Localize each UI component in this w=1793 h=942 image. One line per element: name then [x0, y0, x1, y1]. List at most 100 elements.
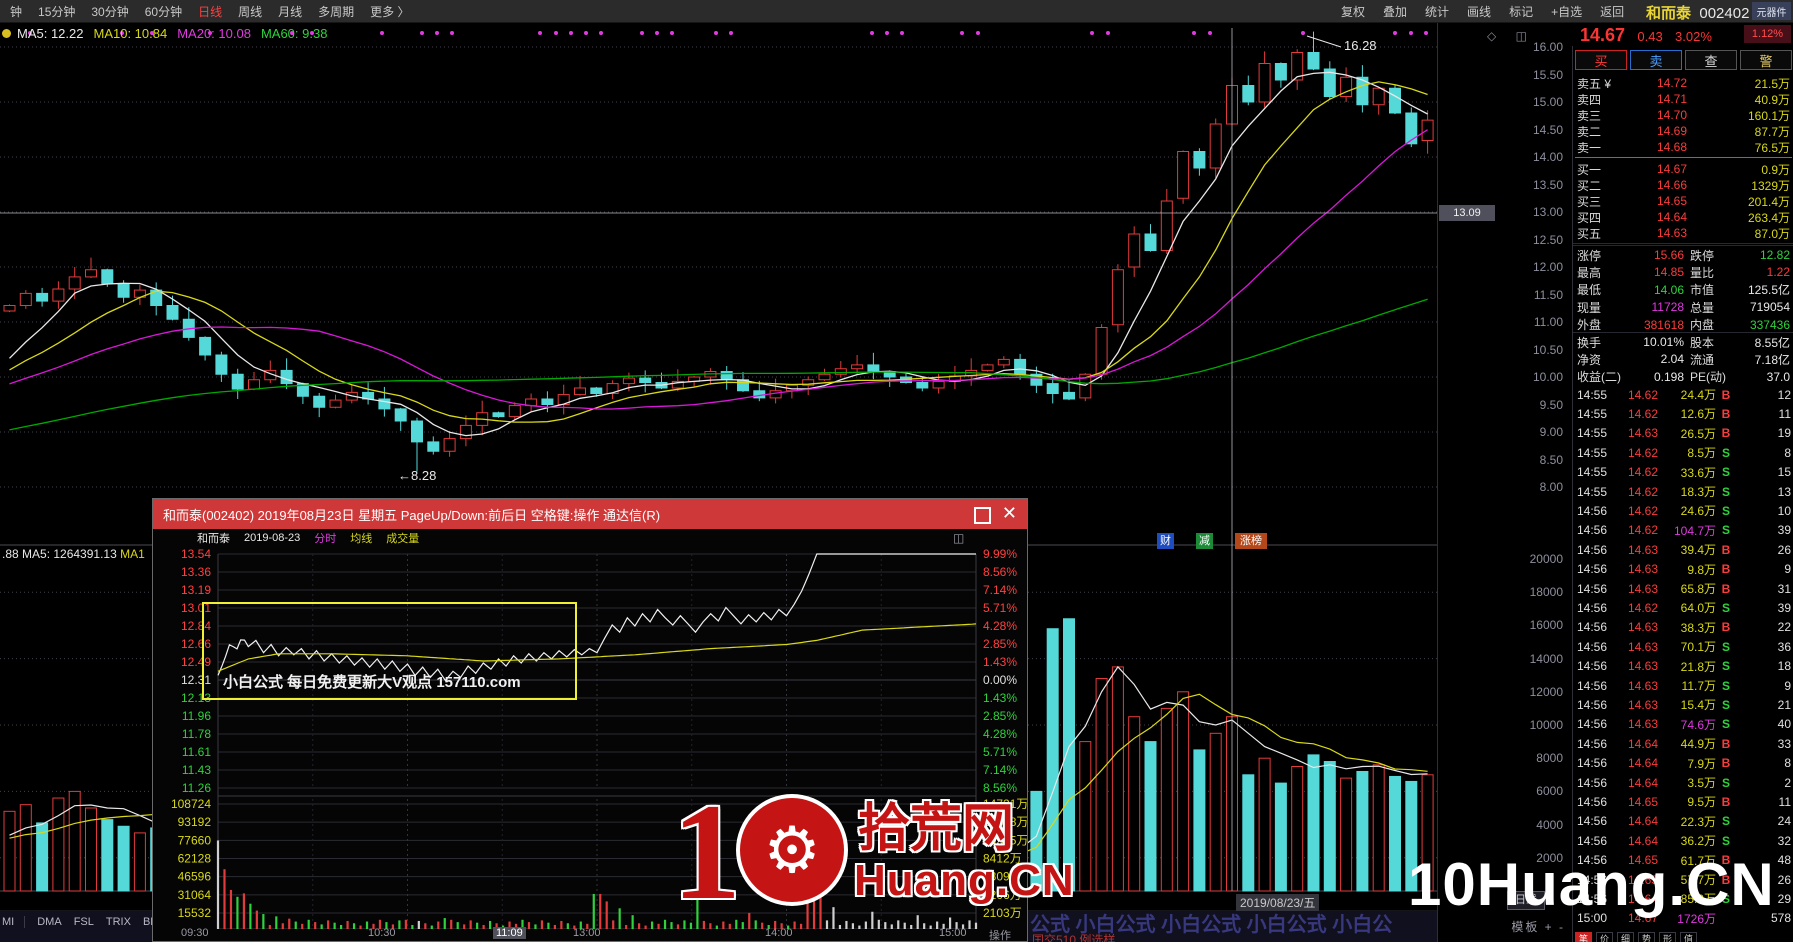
template-control[interactable]: 模板 + - [1511, 918, 1565, 935]
trade-row[interactable]: 14:56 14.64 36.2万 S 32 [1577, 831, 1791, 850]
trade-row[interactable]: 14:55 14.62 8.5万 S 8 [1577, 443, 1791, 462]
trade-row[interactable]: 14:55 14.62 12.6万 B 11 [1577, 404, 1791, 423]
trade-button[interactable]: 卖 [1630, 50, 1682, 70]
svg-text:15532: 15532 [178, 906, 212, 920]
trade-row[interactable]: 14:56 14.63 15.4万 S 21 [1577, 695, 1791, 714]
bid-row[interactable]: 买四 14.64 263.4万 [1577, 209, 1790, 225]
trade-row[interactable]: 14:55 14.62 18.3万 S 13 [1577, 482, 1791, 501]
svg-text:7.14%: 7.14% [983, 763, 1017, 777]
trade-side: S [1721, 503, 1730, 518]
sidebar-tab[interactable]: 势 [1638, 932, 1655, 942]
svg-text:7.14%: 7.14% [983, 583, 1017, 597]
trade-row[interactable]: 14:56 14.64 3.5万 S 2 [1577, 773, 1791, 792]
ask-row[interactable]: 卖三 14.70 160.1万 [1577, 107, 1790, 123]
trade-row[interactable]: 14:56 14.64 7.9万 B 8 [1577, 754, 1791, 773]
trade-row[interactable]: 14:56 14.62 24.6万 S 10 [1577, 501, 1791, 520]
trade-volume: 12.6万 [1680, 407, 1716, 422]
sidebar-tab[interactable]: 细 [1617, 932, 1634, 942]
ma-value-row: MA5: 12.22 MA10: 10.84 MA20: 10.08 MA60:… [2, 24, 337, 42]
popup-view-tab[interactable]: 分时 [314, 530, 336, 546]
trade-row[interactable]: 14:56 14.63 70.1万 S 36 [1577, 637, 1791, 656]
svg-text:2.85%: 2.85% [983, 709, 1017, 723]
period-menu-item[interactable]: 日线 [190, 3, 230, 20]
trade-row[interactable]: 14:56 14.62 104.7万 S 39 [1577, 521, 1791, 540]
indicator-tab[interactable]: FSL [74, 916, 94, 928]
svg-text:11.26: 11.26 [182, 781, 211, 795]
sidebar-tab[interactable]: 笔 [1575, 932, 1592, 942]
pane-button[interactable]: 减 [1196, 533, 1213, 549]
pane-button[interactable]: 财 [1157, 533, 1174, 549]
level-price: 14.69 [1656, 124, 1687, 138]
bid-row[interactable]: 买二 14.66 1329万 [1577, 177, 1790, 193]
period-menu-item[interactable]: 15分钟 [30, 3, 83, 20]
popup-titlebar[interactable]: 和而泰(002402) 2019年08月23日 星期五 PageUp/Down:… [153, 499, 1027, 529]
sidebar-tab[interactable]: 价 [1596, 932, 1613, 942]
tool-menu-item[interactable]: +自选 [1542, 3, 1591, 20]
trade-row[interactable]: 14:56 14.64 44.9万 B 33 [1577, 734, 1791, 753]
trade-button[interactable]: 买 [1575, 50, 1627, 70]
trade-count: 19 [1777, 426, 1791, 441]
trade-row[interactable]: 14:56 14.63 38.3万 B 22 [1577, 618, 1791, 637]
level-volume: 0.9万 [1761, 162, 1790, 177]
tool-menu-item[interactable]: 叠加 [1374, 3, 1416, 20]
trade-volume: 3.5万 [1687, 776, 1716, 790]
svg-text:5.71%: 5.71% [983, 601, 1017, 615]
trade-row[interactable]: 14:56 14.62 64.0万 S 39 [1577, 598, 1791, 617]
trade-row[interactable]: 14:55 14.62 33.6万 S 15 [1577, 463, 1791, 482]
trade-row[interactable]: 14:56 14.63 65.8万 B 31 [1577, 579, 1791, 598]
trade-count: 18 [1777, 659, 1791, 674]
svg-text:12.49: 12.49 [181, 655, 211, 669]
period-menu-item[interactable]: 月线 [270, 3, 310, 20]
trade-row[interactable]: 14:56 14.63 39.4万 B 26 [1577, 540, 1791, 559]
sector-badge[interactable]: 元器件 [1752, 2, 1791, 20]
pane-button[interactable]: 涨榜 [1235, 533, 1267, 549]
tool-menu-item[interactable]: 复权 [1332, 3, 1374, 20]
trade-row[interactable]: 14:56 14.63 74.6万 S 40 [1577, 715, 1791, 734]
period-menu-item[interactable]: 周线 [230, 3, 270, 20]
level-price: 14.71 [1656, 92, 1687, 106]
trade-row[interactable]: 14:55 14.62 24.4万 B 12 [1577, 385, 1791, 404]
trade-row[interactable]: 14:56 14.65 9.5万 B 11 [1577, 792, 1791, 811]
quote-sidebar: 买卖查警 卖五 ¥ 14.72 21.5万 卖四 14.71 40.9万 卖三 14.70 16… [1572, 46, 1793, 942]
trade-row[interactable]: 14:55 14.63 26.5万 B 19 [1577, 424, 1791, 443]
indicator-tab[interactable]: DMA [37, 916, 61, 928]
sidebar-tab[interactable]: 值 [1680, 932, 1697, 942]
popup-corner-icon[interactable]: ◫ [953, 531, 964, 545]
trade-row[interactable]: 14:56 14.63 21.8万 S 18 [1577, 657, 1791, 676]
indicator-tab[interactable]: MI [2, 916, 26, 928]
trade-row[interactable]: 14:56 14.63 9.8万 B 9 [1577, 560, 1791, 579]
price-change: 0.43 [1637, 29, 1663, 44]
bid-row[interactable]: 买三 14.65 201.4万 [1577, 193, 1790, 209]
period-menu-item[interactable]: 30分钟 [83, 3, 136, 20]
close-icon[interactable]: ✕ [1002, 502, 1017, 524]
level-label: 买一 [1577, 162, 1602, 177]
bid-row[interactable]: 买五 14.63 87.0万 [1577, 225, 1790, 241]
trade-count: 24 [1777, 814, 1791, 829]
trade-row[interactable]: 14:56 14.63 11.7万 S 9 [1577, 676, 1791, 695]
maximize-icon[interactable] [974, 507, 991, 524]
period-menu-item[interactable]: 多周期 [310, 3, 362, 20]
ask-row[interactable]: 卖一 14.68 76.5万 [1577, 139, 1790, 155]
popup-view-tab[interactable]: 成交量 [386, 530, 419, 546]
ask-row[interactable]: 卖五 ¥ 14.72 21.5万 [1577, 75, 1790, 91]
tool-menu-item[interactable]: 返回 [1591, 3, 1633, 20]
ask-row[interactable]: 卖四 14.71 40.9万 [1577, 91, 1790, 107]
trade-button[interactable]: 警 [1740, 50, 1792, 70]
trade-volume: 104.7万 [1673, 523, 1716, 538]
tool-menu-item[interactable]: 标记 [1500, 3, 1542, 20]
indicator-tab[interactable]: TRIX [106, 916, 131, 928]
trade-button[interactable]: 查 [1685, 50, 1737, 70]
trade-row[interactable]: 14:56 14.64 22.3万 S 24 [1577, 812, 1791, 831]
sidebar-tab[interactable]: 形 [1659, 932, 1676, 942]
chart-corner-icons[interactable]: ◇ ◫ [1487, 29, 1535, 43]
popup-view-tab[interactable]: 均线 [350, 530, 372, 546]
svg-text:11.61: 11.61 [182, 745, 211, 759]
trade-side: S [1721, 775, 1730, 790]
tool-menu-item[interactable]: 画线 [1458, 3, 1500, 20]
tick-trade-list[interactable]: 14:55 14.62 24.4万 B 12 14:55 14.62 12.6万 B 11 14:5… [1573, 385, 1793, 930]
period-menu-item[interactable]: 60分钟 [137, 3, 190, 20]
bid-row[interactable]: 买一 14.67 0.9万 [1577, 161, 1790, 177]
ask-row[interactable]: 卖二 14.69 87.7万 [1577, 123, 1790, 139]
tool-menu-item[interactable]: 统计 [1416, 3, 1458, 20]
period-menu-item[interactable]: 更多 〉 [362, 3, 417, 20]
